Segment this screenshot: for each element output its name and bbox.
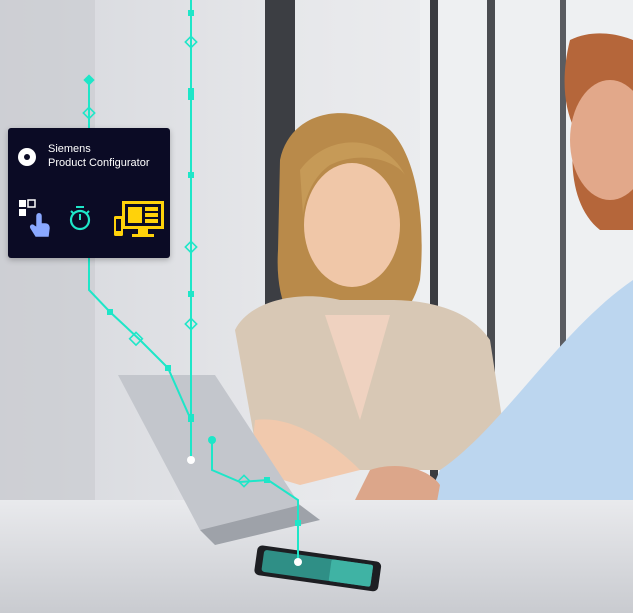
gear-icon xyxy=(18,148,36,166)
multi-device-icon xyxy=(114,201,164,237)
phone-endpoint-dot xyxy=(294,558,302,566)
configure-touch-icon xyxy=(19,199,50,237)
product-configurator-card[interactable]: Siemens Product Configurator xyxy=(8,128,170,258)
feature-icons xyxy=(19,199,164,237)
background-photo xyxy=(0,0,633,613)
card-header: Siemens Product Configurator xyxy=(18,142,150,170)
brand-name: Siemens xyxy=(48,143,91,155)
endpoint-dot xyxy=(187,456,195,464)
stopwatch-icon xyxy=(69,206,91,231)
product-name: Product Configurator xyxy=(48,157,150,169)
